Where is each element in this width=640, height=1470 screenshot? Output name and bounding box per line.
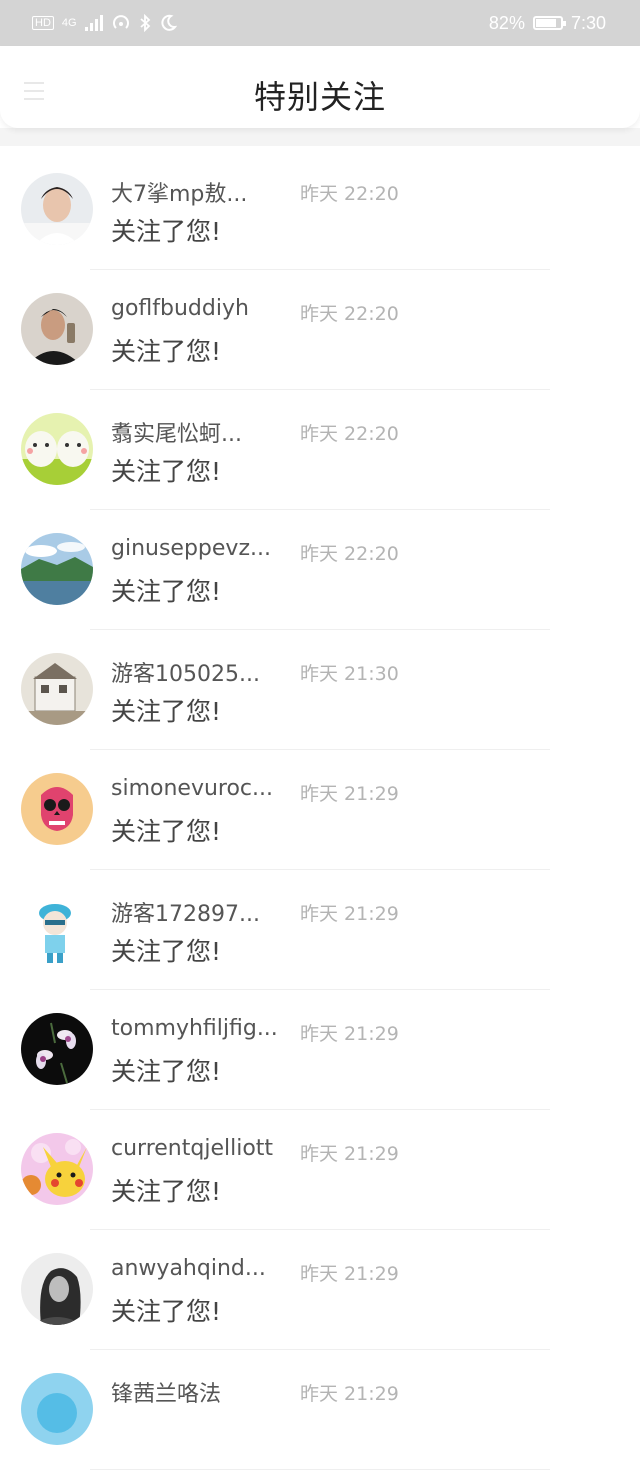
follower-list: 大7挲mp敖... 昨天 22:20 关注了您! goflfbuddiyh 昨天 22:… [0, 150, 640, 1470]
user-name[interactable]: 游客105025... [111, 656, 260, 688]
list-item[interactable]: anwyahqind... 昨天 21:29 关注了您! [0, 1230, 640, 1350]
timestamp: 昨天 21:29 [300, 1263, 399, 1285]
avatar[interactable] [21, 773, 93, 845]
list-item[interactable]: 游客105025... 昨天 21:30 关注了您! [0, 630, 640, 750]
hotspot-icon [112, 15, 129, 29]
message-text: 关注了您! [111, 217, 222, 246]
timestamp: 昨天 21:29 [300, 1143, 399, 1165]
user-name[interactable]: tommyhfiljfig... [111, 1016, 278, 1041]
avatar[interactable] [21, 413, 93, 485]
hd-icon: HD [32, 16, 54, 30]
avatar[interactable] [21, 653, 93, 725]
list-item[interactable]: goflfbuddiyh 昨天 22:20 关注了您! [0, 270, 640, 390]
avatar[interactable] [21, 533, 93, 605]
user-name[interactable]: currentqjelliott [111, 1136, 273, 1161]
clock: 7:30 [570, 12, 606, 33]
timestamp: 昨天 21:29 [300, 1023, 399, 1045]
user-name[interactable]: goflfbuddiyh [111, 296, 249, 321]
user-name[interactable]: 游客172897... [111, 896, 260, 928]
network-label: 4G [61, 17, 77, 29]
timestamp: 昨天 21:29 [300, 903, 399, 925]
list-item[interactable]: tommyhfiljfig... 昨天 21:29 关注了您! [0, 990, 640, 1110]
user-name[interactable]: anwyahqind... [111, 1256, 266, 1281]
list-item[interactable]: 翥实尾忪蚵... 昨天 22:20 关注了您! [0, 390, 640, 510]
message-text: 关注了您! [111, 337, 222, 366]
avatar[interactable] [21, 1253, 93, 1325]
list-item[interactable]: ginuseppevz... 昨天 22:20 关注了您! [0, 510, 640, 630]
header-shadow-strip [0, 128, 640, 146]
app-header: 特别关注 [0, 46, 640, 128]
timestamp: 昨天 22:20 [300, 183, 399, 205]
avatar[interactable] [21, 1013, 93, 1085]
status-icons-left: HD 4G [0, 14, 177, 32]
avatar[interactable] [21, 893, 93, 965]
user-name[interactable]: 翥实尾忪蚵... [111, 416, 242, 448]
timestamp: 昨天 22:20 [300, 423, 399, 445]
avatar[interactable] [21, 293, 93, 365]
battery-percent: 82% [488, 12, 525, 33]
message-text: 关注了您! [111, 937, 222, 966]
moon-icon [160, 14, 177, 31]
user-name[interactable]: ginuseppevz... [111, 536, 271, 561]
user-name[interactable]: 锋茜兰咯法 [111, 1376, 221, 1408]
timestamp: 昨天 22:20 [300, 303, 399, 325]
status-icons-right: 82% 7:30 [489, 13, 640, 34]
timestamp: 昨天 21:29 [300, 1383, 399, 1405]
page-title: 特别关注 [253, 78, 386, 116]
message-text: 关注了您! [111, 1057, 222, 1086]
message-text: 关注了您! [111, 1297, 222, 1326]
list-item[interactable]: simonevuroc... 昨天 21:29 关注了您! [0, 750, 640, 870]
timestamp: 昨天 21:30 [300, 663, 399, 685]
avatar[interactable] [21, 1133, 93, 1205]
message-text: 关注了您! [111, 697, 222, 726]
timestamp: 昨天 21:29 [300, 783, 399, 805]
bluetooth-icon [139, 14, 150, 32]
list-item[interactable]: 大7挲mp敖... 昨天 22:20 关注了您! [0, 150, 640, 270]
list-item[interactable]: currentqjelliott 昨天 21:29 关注了您! [0, 1110, 640, 1230]
avatar[interactable] [21, 1373, 93, 1445]
message-text: 关注了您! [111, 817, 222, 846]
message-text: 关注了您! [111, 577, 222, 606]
signal-icon [84, 15, 103, 31]
list-item[interactable]: 锋茜兰咯法 昨天 21:29 [0, 1350, 640, 1470]
user-name[interactable]: 大7挲mp敖... [111, 176, 247, 208]
battery-icon [532, 16, 566, 30]
message-text: 关注了您! [111, 457, 222, 486]
avatar[interactable] [21, 173, 93, 245]
user-name[interactable]: simonevuroc... [111, 776, 273, 801]
status-bar: HD 4G 82% 7:30 [0, 0, 640, 46]
message-text: 关注了您! [111, 1177, 222, 1206]
timestamp: 昨天 22:20 [300, 543, 399, 565]
list-item[interactable]: 游客172897... 昨天 21:29 关注了您! [0, 870, 640, 990]
